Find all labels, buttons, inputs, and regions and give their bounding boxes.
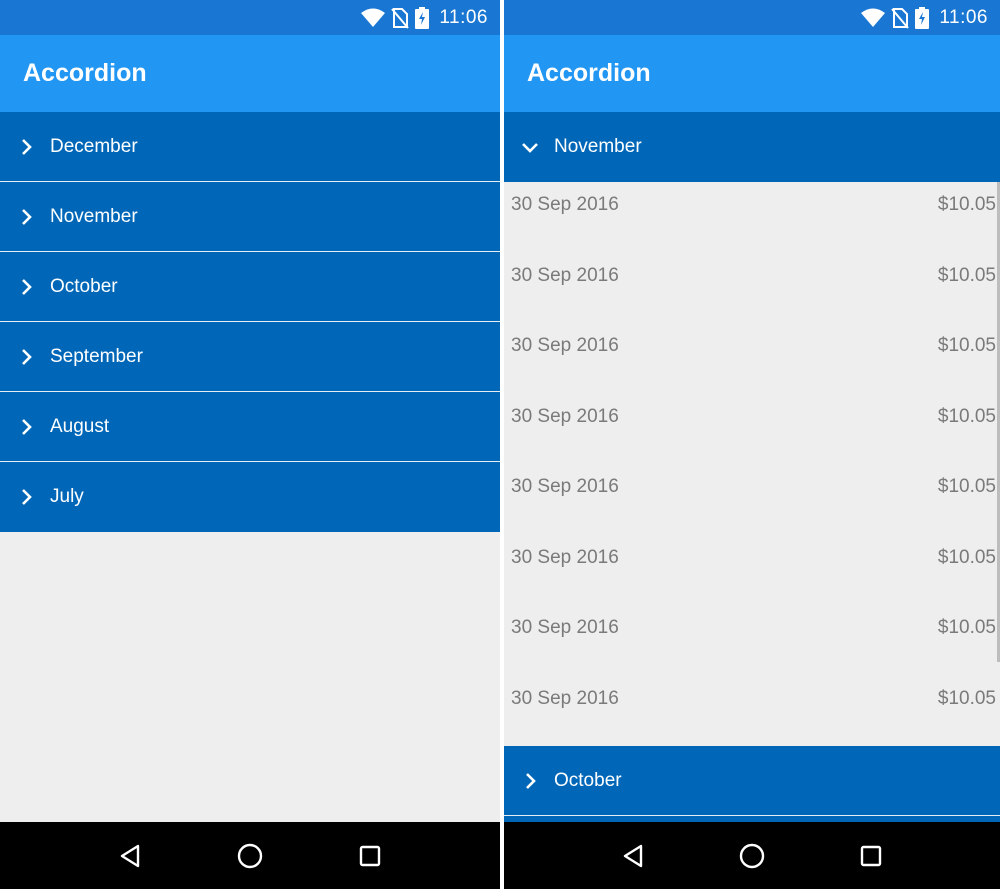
chevron-right-icon: [17, 488, 35, 506]
back-icon[interactable]: [110, 836, 150, 876]
row-date: 30 Sep 2016: [511, 687, 619, 709]
row-date: 30 Sep 2016: [511, 405, 619, 427]
accordion-header-label: October: [50, 275, 118, 297]
row-amount: $10.05: [937, 476, 996, 497]
status-bar: 11:06: [504, 0, 1000, 35]
chevron-right-icon: [17, 208, 35, 226]
row-date: 30 Sep 2016: [511, 476, 619, 497]
chevron-right-icon: [17, 418, 35, 436]
chevron-down-icon: [521, 138, 539, 156]
battery-charging-icon: [415, 6, 430, 29]
page-title: Accordion: [527, 59, 651, 87]
row-date: 30 Sep 2016: [511, 264, 619, 286]
list-item[interactable]: 30 Sep 2016 $10.05: [504, 605, 1000, 676]
wifi-icon: [861, 8, 886, 28]
accordion-header-november[interactable]: November: [0, 182, 500, 252]
row-amount: $10.05: [937, 264, 996, 286]
list-item[interactable]: 30 Sep 2016 $10.05: [504, 253, 1000, 324]
row-amount: $10.05: [937, 194, 996, 215]
accordion-header-december[interactable]: December: [0, 112, 500, 182]
transaction-list: 30 Sep 2016 $10.05 30 Sep 2016 $10.05 30…: [504, 182, 1000, 746]
battery-charging-icon: [915, 6, 930, 29]
accordion-header-july[interactable]: July: [0, 462, 500, 532]
row-amount: $10.05: [937, 546, 996, 568]
app-bar: Accordion: [504, 35, 1000, 112]
row-amount: $10.05: [937, 405, 996, 427]
accordion-header-august[interactable]: August: [0, 392, 500, 462]
list-item[interactable]: 30 Sep 2016 $10.05: [504, 464, 1000, 535]
navigation-bar: [0, 822, 500, 889]
wifi-icon: [361, 8, 386, 28]
accordion: December November October September Augu…: [0, 112, 500, 822]
status-bar: 11:06: [0, 0, 500, 35]
accordion-header-label: September: [50, 345, 143, 367]
phone-screen-expanded: 11:06 Accordion November 30 Sep 2016 $10…: [504, 0, 1000, 889]
list-item[interactable]: 30 Sep 2016 $10.05: [504, 182, 1000, 253]
navigation-bar: [504, 822, 1000, 889]
list-item[interactable]: 30 Sep 2016 $10.05: [504, 394, 1000, 465]
row-amount: $10.05: [937, 335, 996, 356]
clock: 11:06: [939, 6, 988, 28]
chevron-right-icon: [17, 348, 35, 366]
accordion-header-label: July: [50, 486, 84, 507]
row-date: 30 Sep 2016: [511, 335, 619, 356]
row-amount: $10.05: [937, 687, 996, 709]
chevron-right-icon: [521, 772, 539, 790]
list-item[interactable]: 30 Sep 2016 $10.05: [504, 535, 1000, 606]
accordion-header-label: November: [50, 205, 138, 227]
row-date: 30 Sep 2016: [511, 546, 619, 568]
accordion-header-september[interactable]: September: [0, 322, 500, 392]
chevron-right-icon: [17, 278, 35, 296]
app-bar: Accordion: [0, 35, 500, 112]
accordion-header-label: December: [50, 135, 138, 157]
recents-icon[interactable]: [350, 836, 390, 876]
accordion-header-label: October: [554, 769, 622, 791]
accordion-header-november[interactable]: November: [504, 112, 1000, 182]
list-item[interactable]: 30 Sep 2016 $10.05: [504, 676, 1000, 747]
page-title: Accordion: [23, 59, 147, 87]
home-icon[interactable]: [732, 836, 772, 876]
home-icon[interactable]: [230, 836, 270, 876]
accordion-header-october[interactable]: October: [0, 252, 500, 322]
accordion-header-label: August: [50, 415, 110, 437]
row-amount: $10.05: [937, 617, 996, 638]
row-date: 30 Sep 2016: [511, 617, 619, 638]
chevron-right-icon: [17, 138, 35, 156]
phone-screen-collapsed: 11:06 Accordion December November Octobe…: [0, 0, 500, 889]
accordion: November 30 Sep 2016 $10.05 30 Sep 2016 …: [504, 112, 1000, 822]
row-date: 30 Sep 2016: [511, 194, 619, 215]
accordion-header-label: November: [554, 136, 642, 157]
list-item[interactable]: 30 Sep 2016 $10.05: [504, 323, 1000, 394]
no-sim-icon: [891, 7, 910, 29]
clock: 11:06: [439, 6, 488, 28]
back-icon[interactable]: [613, 836, 653, 876]
recents-icon[interactable]: [851, 836, 891, 876]
no-sim-icon: [391, 7, 410, 29]
accordion-header-october[interactable]: October: [504, 746, 1000, 816]
